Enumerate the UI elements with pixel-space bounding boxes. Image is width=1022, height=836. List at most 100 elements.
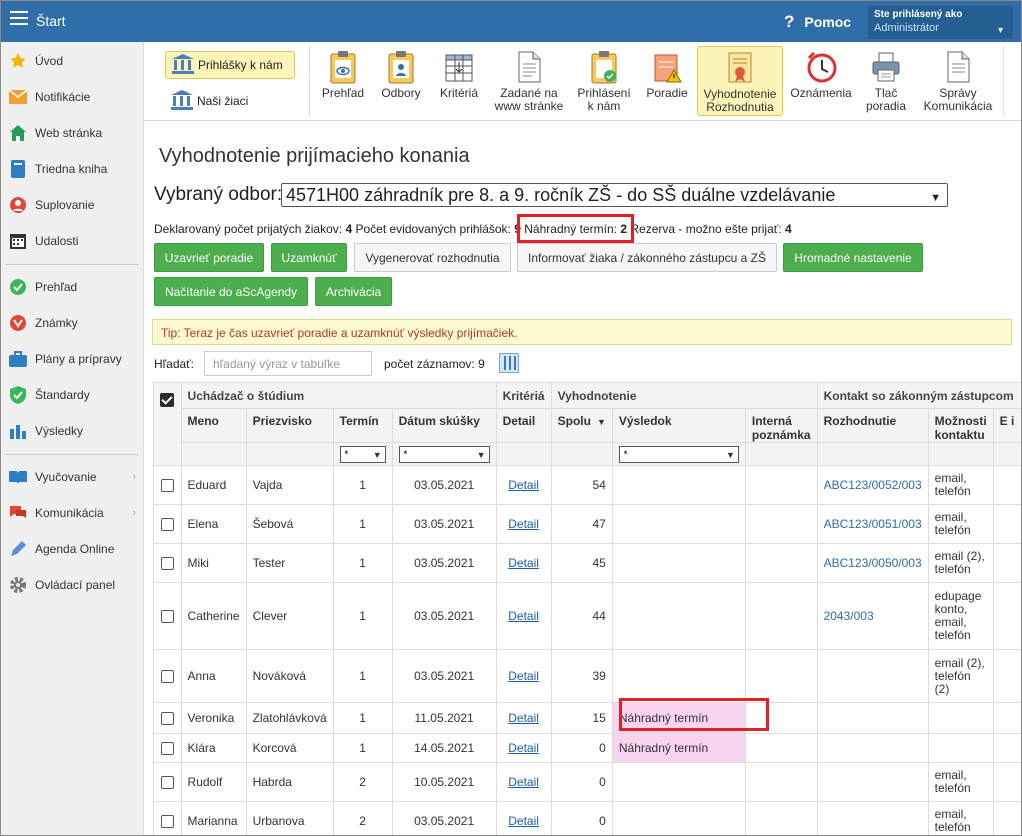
search-input[interactable]: hľadaný výraz v tabuľke: [204, 351, 372, 376]
row-checkbox[interactable]: [160, 557, 174, 571]
sidebar-item-standardy[interactable]: Štandardy: [1, 377, 144, 413]
sidebar-item-suplovanie[interactable]: Suplovanie: [1, 187, 144, 223]
col-vysledok[interactable]: Výsledok: [611, 408, 746, 443]
sidebar-item-komunikacia[interactable]: Komunikácia ›: [1, 495, 144, 531]
sidebar-item-znamky[interactable]: Známky: [1, 305, 144, 341]
rozhodnutie-link[interactable]: [816, 702, 929, 734]
detail-link[interactable]: Detail: [495, 582, 552, 650]
cell-spolu: 0: [550, 762, 613, 802]
tool-spravy-button[interactable]: Správy Komunikácia: [917, 46, 999, 116]
help-link[interactable]: ? Pomoc: [784, 12, 851, 32]
sidebar-item-vysledky[interactable]: Výsledky: [1, 413, 144, 449]
table-row[interactable]: Marianna Urbanova 2 03.05.2021 Detail 0 email,…: [153, 801, 1021, 835]
table-row[interactable]: Veronika Zlatohlávková 1 11.05.2021 Detail 15…: [153, 702, 1021, 734]
sidebar-item-notifikacie[interactable]: Notifikácie: [1, 79, 144, 115]
cell-termin: 1: [332, 543, 393, 583]
sidebar-item-ovladaci-panel[interactable]: Ovládací panel: [1, 567, 144, 603]
archivacia-button[interactable]: Archivácia: [315, 277, 392, 306]
sidebar-item-udalosti[interactable]: Udalosti: [1, 223, 144, 259]
table-row[interactable]: Miki Tester 1 03.05.2021 Detail 45 ABC123/0050…: [153, 543, 1021, 583]
detail-link[interactable]: Detail: [495, 733, 552, 763]
table-row[interactable]: Catherine Clever 1 03.05.2021 Detail 44 2043/0…: [153, 582, 1021, 650]
col-spolu[interactable]: Spolu ▼: [550, 408, 613, 443]
sidebar-item-plany[interactable]: Plány a prípravy: [1, 341, 144, 377]
hromadne-nastavenie-button[interactable]: Hromadné nastavenie: [783, 243, 923, 272]
columns-icon[interactable]: [499, 353, 519, 373]
tool-prehlad-button[interactable]: Prehľad: [317, 46, 369, 116]
user-logged-as-label: Ste prihlásený ako: [874, 9, 963, 20]
select-all-checkbox[interactable]: [160, 393, 175, 407]
sidebar-item-vyucovanie[interactable]: Vyučovanie ›: [1, 459, 144, 495]
nacitanie-button[interactable]: Načítanie do aScAgendy: [154, 277, 308, 306]
row-checkbox[interactable]: [160, 712, 174, 726]
tool-oznamenia-button[interactable]: Oznámenia: [787, 46, 855, 116]
vygenerovat-rozhodnutia-button[interactable]: Vygenerovať rozhodnutia: [354, 243, 511, 272]
filter-vysledok-select[interactable]: * ▼: [618, 445, 739, 463]
detail-link[interactable]: Detail: [495, 504, 552, 544]
cell-extra: [992, 543, 1021, 583]
nasi-ziaci-button[interactable]: Naši žiaci: [165, 87, 295, 115]
informovat-button[interactable]: Informovať žiaka / zákonného zástupcu a …: [517, 243, 777, 272]
row-checkbox[interactable]: [160, 742, 174, 756]
rozhodnutie-link[interactable]: [816, 762, 929, 802]
col-datum[interactable]: Dátum skúšky: [391, 408, 497, 443]
sidebar-item-agenda-online[interactable]: Agenda Online: [1, 531, 144, 567]
row-checkbox[interactable]: [160, 776, 174, 790]
sidebar-item-uvod[interactable]: Úvod: [1, 43, 144, 79]
col-termin[interactable]: Termín: [332, 408, 393, 443]
rozhodnutie-link[interactable]: [816, 801, 929, 835]
table-row[interactable]: Klára Korcová 1 14.05.2021 Detail 0 Náhradný t…: [153, 733, 1021, 763]
tool-odbory-button[interactable]: Odbory: [375, 46, 427, 116]
col-priezvisko[interactable]: Priezvisko: [245, 408, 334, 443]
row-checkbox-cell: [153, 582, 182, 650]
row-checkbox[interactable]: [160, 610, 174, 624]
tool-zadane-button[interactable]: Zadané na www stránke: [491, 46, 567, 116]
highlight-box: [619, 698, 769, 731]
row-checkbox[interactable]: [160, 670, 174, 684]
col-detail[interactable]: Detail: [495, 408, 552, 443]
user-menu[interactable]: Ste prihlásený ako Administrátor ▼: [868, 6, 1013, 39]
row-checkbox[interactable]: [160, 815, 174, 829]
uzavriet-poradie-button[interactable]: Uzavrieť poradie: [154, 243, 264, 272]
hamburger-menu-icon[interactable]: [10, 11, 28, 25]
detail-link[interactable]: Detail: [495, 543, 552, 583]
col-meno[interactable]: Meno: [180, 408, 247, 443]
sidebar-item-web-stranka[interactable]: Web stránka: [1, 115, 144, 151]
deklarovany-label: Deklarovaný počet prijatých žiakov:: [154, 222, 343, 236]
tool-prihlaseni-button[interactable]: Prihlásení k nám: [574, 46, 634, 116]
detail-link[interactable]: Detail: [495, 762, 552, 802]
rozhodnutie-link[interactable]: ABC123/0051/003: [816, 504, 929, 544]
table-row[interactable]: Elena Šebová 1 03.05.2021 Detail 47 ABC123/005…: [153, 504, 1021, 544]
clipboard-check-icon: [589, 50, 619, 84]
odbor-select[interactable]: 4571H00 záhradník pre 8. a 9. ročník ZŠ …: [281, 183, 948, 207]
table-row[interactable]: Anna Nováková 1 03.05.2021 Detail 39 email (2)…: [153, 649, 1021, 703]
rozhodnutie-link[interactable]: [816, 649, 929, 703]
filter-termin-select[interactable]: * ▼: [339, 445, 386, 463]
rozhodnutie-link[interactable]: ABC123/0050/003: [816, 543, 929, 583]
uzamknut-button[interactable]: Uzamknúť: [271, 243, 347, 272]
table-row[interactable]: Rudolf Habrda 2 10.05.2021 Detail 0 email, tel…: [153, 762, 1021, 802]
tool-tlac-button[interactable]: Tlač poradia: [861, 46, 911, 116]
detail-link[interactable]: Detail: [495, 465, 552, 505]
rozhodnutie-link[interactable]: 2043/003: [816, 582, 929, 650]
rozhodnutie-link[interactable]: [816, 733, 929, 763]
tool-vyhodnotenie-button[interactable]: Vyhodnotenie Rozhodnutia: [697, 46, 783, 116]
tool-kriteria-button[interactable]: Kritériá: [434, 46, 484, 116]
sidebar-item-prehlad[interactable]: Prehľad: [1, 269, 144, 305]
row-checkbox[interactable]: [160, 518, 174, 532]
row-checkbox[interactable]: [160, 479, 174, 493]
prihlasky-button[interactable]: Prihlášky k nám: [165, 51, 295, 79]
rozhodnutie-link[interactable]: ABC123/0052/003: [816, 465, 929, 505]
detail-link[interactable]: Detail: [495, 801, 552, 835]
filter-datum-select[interactable]: * ▼: [398, 445, 490, 463]
col-interna[interactable]: Interná poznámka: [744, 408, 818, 443]
sidebar-item-triedna-kniha[interactable]: Triedna kniha: [1, 151, 144, 187]
detail-link[interactable]: Detail: [495, 649, 552, 703]
start-link[interactable]: Štart: [36, 13, 66, 29]
col-moznosti[interactable]: Možnosti kontaktu: [927, 408, 994, 443]
table-row[interactable]: Eduard Vajda 1 03.05.2021 Detail 54 ABC123/005…: [153, 465, 1021, 505]
tool-poradie-button[interactable]: Poradie: [641, 46, 693, 116]
applicants-table: Uchádzač o štúdium Kritériá Vyhodnotenie…: [153, 382, 1021, 835]
col-rozhodnutie[interactable]: Rozhodnutie: [816, 408, 929, 443]
detail-link[interactable]: Detail: [495, 702, 552, 734]
